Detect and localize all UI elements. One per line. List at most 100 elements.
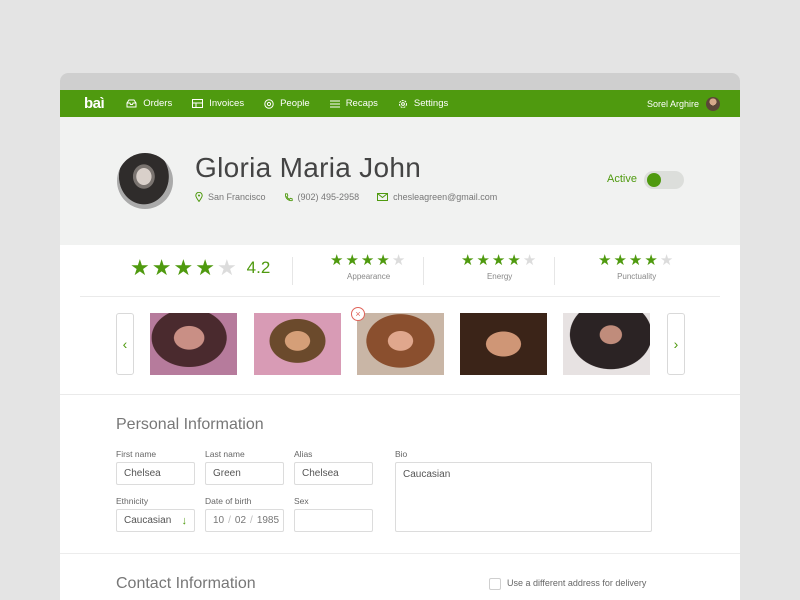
dob-month: 02 bbox=[234, 515, 247, 526]
inbox-icon bbox=[126, 99, 137, 108]
overall-stars: ★ ★ ★ ★ ★ bbox=[130, 257, 239, 279]
profile-phone[interactable]: (902) 495-2958 bbox=[284, 192, 360, 202]
star-filled-icon: ★ bbox=[151, 255, 172, 280]
star-filled-icon: ★ bbox=[613, 252, 627, 269]
field-value: Chelsea bbox=[124, 468, 161, 479]
rating-energy: ★ ★ ★ ★ ★ Energy bbox=[461, 253, 538, 281]
overall-rating: ★ ★ ★ ★ ★ 4.2 bbox=[130, 257, 270, 279]
last-name-field[interactable]: Green bbox=[205, 462, 284, 485]
rating-label: Energy bbox=[486, 272, 513, 281]
user-name: Sorel Arghire bbox=[646, 98, 699, 109]
nav-item-orders[interactable]: Orders bbox=[126, 98, 172, 109]
dob-year: 1985 bbox=[256, 515, 280, 526]
profile-name: Gloria Maria John bbox=[195, 152, 422, 183]
bio-label: Bio bbox=[395, 449, 408, 459]
location-pin-icon bbox=[195, 192, 203, 202]
location-text: San Francisco bbox=[208, 192, 266, 202]
gallery-photo[interactable] bbox=[254, 313, 341, 375]
contact-info-title: Contact Information bbox=[116, 575, 256, 592]
user-avatar bbox=[706, 96, 720, 111]
delivery-address-checkbox[interactable] bbox=[489, 578, 501, 590]
rating-divider bbox=[292, 257, 293, 285]
photo-gallery: ‹ × › bbox=[60, 297, 740, 395]
remove-photo-button[interactable]: × bbox=[351, 307, 365, 321]
nav-label: Recaps bbox=[345, 98, 378, 109]
gallery-next-button[interactable]: › bbox=[667, 313, 685, 375]
star-filled-icon: ★ bbox=[507, 252, 521, 269]
dob-day: 10 bbox=[213, 515, 225, 526]
status-label: Active bbox=[607, 173, 637, 185]
phone-icon bbox=[284, 192, 293, 201]
bio-textarea[interactable]: Caucasian bbox=[395, 462, 652, 532]
nav-item-invoices[interactable]: Invoices bbox=[192, 98, 244, 109]
section-divider bbox=[60, 553, 740, 554]
alias-label: Alias bbox=[294, 449, 313, 459]
last-name-label: Last name bbox=[205, 449, 245, 459]
dob-field[interactable]: 10/02/1985 bbox=[205, 509, 284, 532]
ethnicity-label: Ethnicity bbox=[116, 496, 149, 506]
logo[interactable]: baì bbox=[84, 95, 105, 112]
star-filled-icon: ★ bbox=[360, 252, 375, 269]
profile-header: Gloria Maria John San Francisco (902) 49… bbox=[60, 117, 740, 245]
profile-email[interactable]: chesleagreen@gmail.com bbox=[377, 192, 497, 202]
rating-divider bbox=[423, 257, 424, 285]
user-menu[interactable]: Sorel Arghire bbox=[647, 90, 720, 117]
mail-icon bbox=[377, 193, 389, 201]
gallery-photo[interactable] bbox=[150, 313, 237, 375]
top-nav: baì Orders Invoices People Recaps Settin… bbox=[60, 90, 740, 117]
nav-label: Settings bbox=[413, 98, 449, 109]
invoice-icon bbox=[192, 99, 204, 108]
field-value: Chelsea bbox=[302, 468, 339, 479]
rating-punctuality: ★ ★ ★ ★ ★ Punctuality bbox=[598, 253, 675, 281]
dob-separator: / bbox=[228, 515, 231, 526]
star-filled-icon: ★ bbox=[628, 252, 643, 269]
rating-appearance: ★ ★ ★ ★ ★ Appearance bbox=[330, 253, 407, 281]
profile-location: San Francisco bbox=[195, 192, 266, 202]
field-value: Green bbox=[213, 468, 241, 479]
alias-field[interactable]: Chelsea bbox=[294, 462, 373, 485]
gallery-photo[interactable] bbox=[460, 313, 547, 375]
sex-label: Sex bbox=[294, 496, 309, 506]
profile-avatar bbox=[117, 153, 173, 209]
field-value: Caucasian bbox=[124, 515, 172, 526]
star-filled-icon: ★ bbox=[173, 255, 194, 280]
people-icon bbox=[264, 98, 274, 109]
gallery-prev-button[interactable]: ‹ bbox=[116, 313, 134, 375]
personal-info-section: Personal Information First name Chelsea … bbox=[60, 396, 740, 600]
star-filled-icon: ★ bbox=[491, 252, 506, 269]
star-filled-icon: ★ bbox=[130, 255, 150, 280]
energy-stars: ★ ★ ★ ★ ★ bbox=[461, 253, 538, 268]
email-text: chesleagreen@gmail.com bbox=[393, 192, 498, 202]
dob-label: Date of birth bbox=[205, 496, 252, 506]
first-name-field[interactable]: Chelsea bbox=[116, 462, 195, 485]
window-titlebar bbox=[60, 73, 740, 90]
nav-item-recaps[interactable]: Recaps bbox=[329, 98, 378, 109]
dob-separator: / bbox=[250, 515, 253, 526]
nav-label: Orders bbox=[143, 98, 173, 109]
list-icon bbox=[329, 100, 340, 107]
gallery-photo[interactable] bbox=[563, 313, 650, 375]
active-toggle[interactable] bbox=[644, 171, 684, 189]
star-filled-icon: ★ bbox=[476, 252, 490, 269]
delivery-address-label[interactable]: Use a different address for delivery bbox=[507, 578, 646, 588]
rating-label: Punctuality bbox=[617, 272, 657, 281]
ethnicity-select[interactable]: Caucasian ↓ bbox=[116, 509, 195, 532]
star-filled-icon: ★ bbox=[644, 252, 658, 269]
star-filled-icon: ★ bbox=[330, 252, 344, 269]
ratings-bar: ★ ★ ★ ★ ★ 4.2 ★ ★ ★ ★ ★ Appearance ★ ★ ★ ★ ★ Energy … bbox=[80, 245, 720, 297]
nav-label: Invoices bbox=[209, 98, 245, 109]
field-value: Caucasian bbox=[403, 469, 451, 480]
rating-label: Appearance bbox=[347, 272, 391, 281]
app-window: baì Orders Invoices People Recaps Settin… bbox=[60, 73, 740, 600]
gallery-photo[interactable] bbox=[357, 313, 444, 375]
arrow-down-icon: ↓ bbox=[181, 514, 188, 527]
star-empty-icon: ★ bbox=[391, 252, 406, 269]
nav-item-people[interactable]: People bbox=[264, 98, 310, 109]
appearance-stars: ★ ★ ★ ★ ★ bbox=[330, 253, 407, 268]
sex-field[interactable] bbox=[294, 509, 373, 532]
phone-text: (902) 495-2958 bbox=[297, 192, 360, 202]
star-empty-icon: ★ bbox=[216, 255, 237, 280]
personal-info-title: Personal Information bbox=[116, 416, 264, 433]
nav-item-settings[interactable]: Settings bbox=[398, 98, 448, 109]
nav-label: People bbox=[280, 98, 310, 109]
